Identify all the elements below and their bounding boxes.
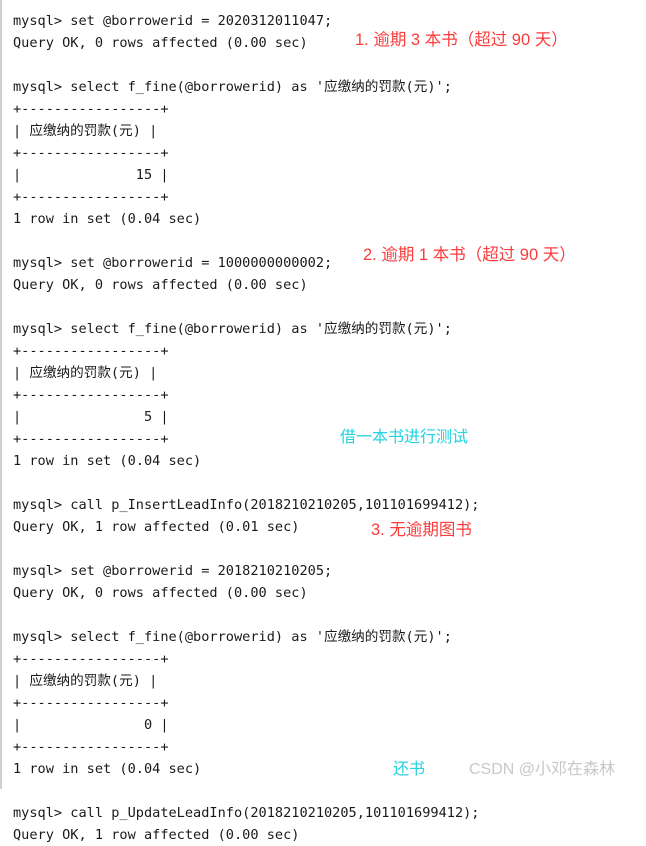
- terminal-console-output: mysql> set @borrowerid = 2020312011047; …: [13, 10, 633, 846]
- table-separator: +-----------------+: [13, 739, 169, 755]
- terminal-line: mysql> set @borrowerid = 2020312011047;: [13, 13, 333, 29]
- table-row: | 5 |: [13, 409, 169, 425]
- terminal-line: Query OK, 0 rows affected (0.00 sec): [13, 35, 308, 51]
- terminal-line: mysql> select f_fine(@borrowerid) as '应缴…: [13, 629, 452, 645]
- terminal-line: Query OK, 0 rows affected (0.00 sec): [13, 277, 308, 293]
- terminal-line: mysql> set @borrowerid = 1000000000002;: [13, 255, 333, 271]
- table-row: | 0 |: [13, 717, 169, 733]
- table-row: | 15 |: [13, 167, 169, 183]
- table-column-header: | 应缴纳的罚款(元) |: [13, 123, 158, 139]
- terminal-line: mysql> select f_fine(@borrowerid) as '应缴…: [13, 321, 452, 337]
- table-separator: +-----------------+: [13, 387, 169, 403]
- terminal-line: Query OK, 1 row affected (0.01 sec): [13, 519, 300, 535]
- table-separator: +-----------------+: [13, 343, 169, 359]
- mysql-terminal-window[interactable]: mysql> set @borrowerid = 2020312011047; …: [0, 0, 646, 843]
- csdn-watermark: CSDN @小邓在森林: [469, 761, 616, 778]
- query-footer: 1 row in set (0.04 sec): [13, 453, 202, 469]
- terminal-line: mysql> set @borrowerid = 2018210210205;: [13, 563, 333, 579]
- terminal-line: mysql> call p_UpdateLeadInfo(20182102102…: [13, 805, 480, 821]
- terminal-line: Query OK, 0 rows affected (0.00 sec): [13, 585, 308, 601]
- terminal-line: mysql> call p_InsertLeadInfo(20182102102…: [13, 497, 480, 513]
- terminal-line: mysql> select f_fine(@borrowerid) as '应缴…: [13, 79, 452, 95]
- table-separator: +-----------------+: [13, 651, 169, 667]
- query-footer: 1 row in set (0.04 sec): [13, 211, 202, 227]
- table-separator: +-----------------+: [13, 189, 169, 205]
- table-separator: +-----------------+: [13, 145, 169, 161]
- table-separator: +-----------------+: [13, 431, 169, 447]
- table-separator: +-----------------+: [13, 101, 169, 117]
- table-column-header: | 应缴纳的罚款(元) |: [13, 673, 158, 689]
- table-column-header: | 应缴纳的罚款(元) |: [13, 365, 158, 381]
- terminal-line: Query OK, 1 row affected (0.00 sec): [13, 827, 300, 843]
- table-separator: +-----------------+: [13, 695, 169, 711]
